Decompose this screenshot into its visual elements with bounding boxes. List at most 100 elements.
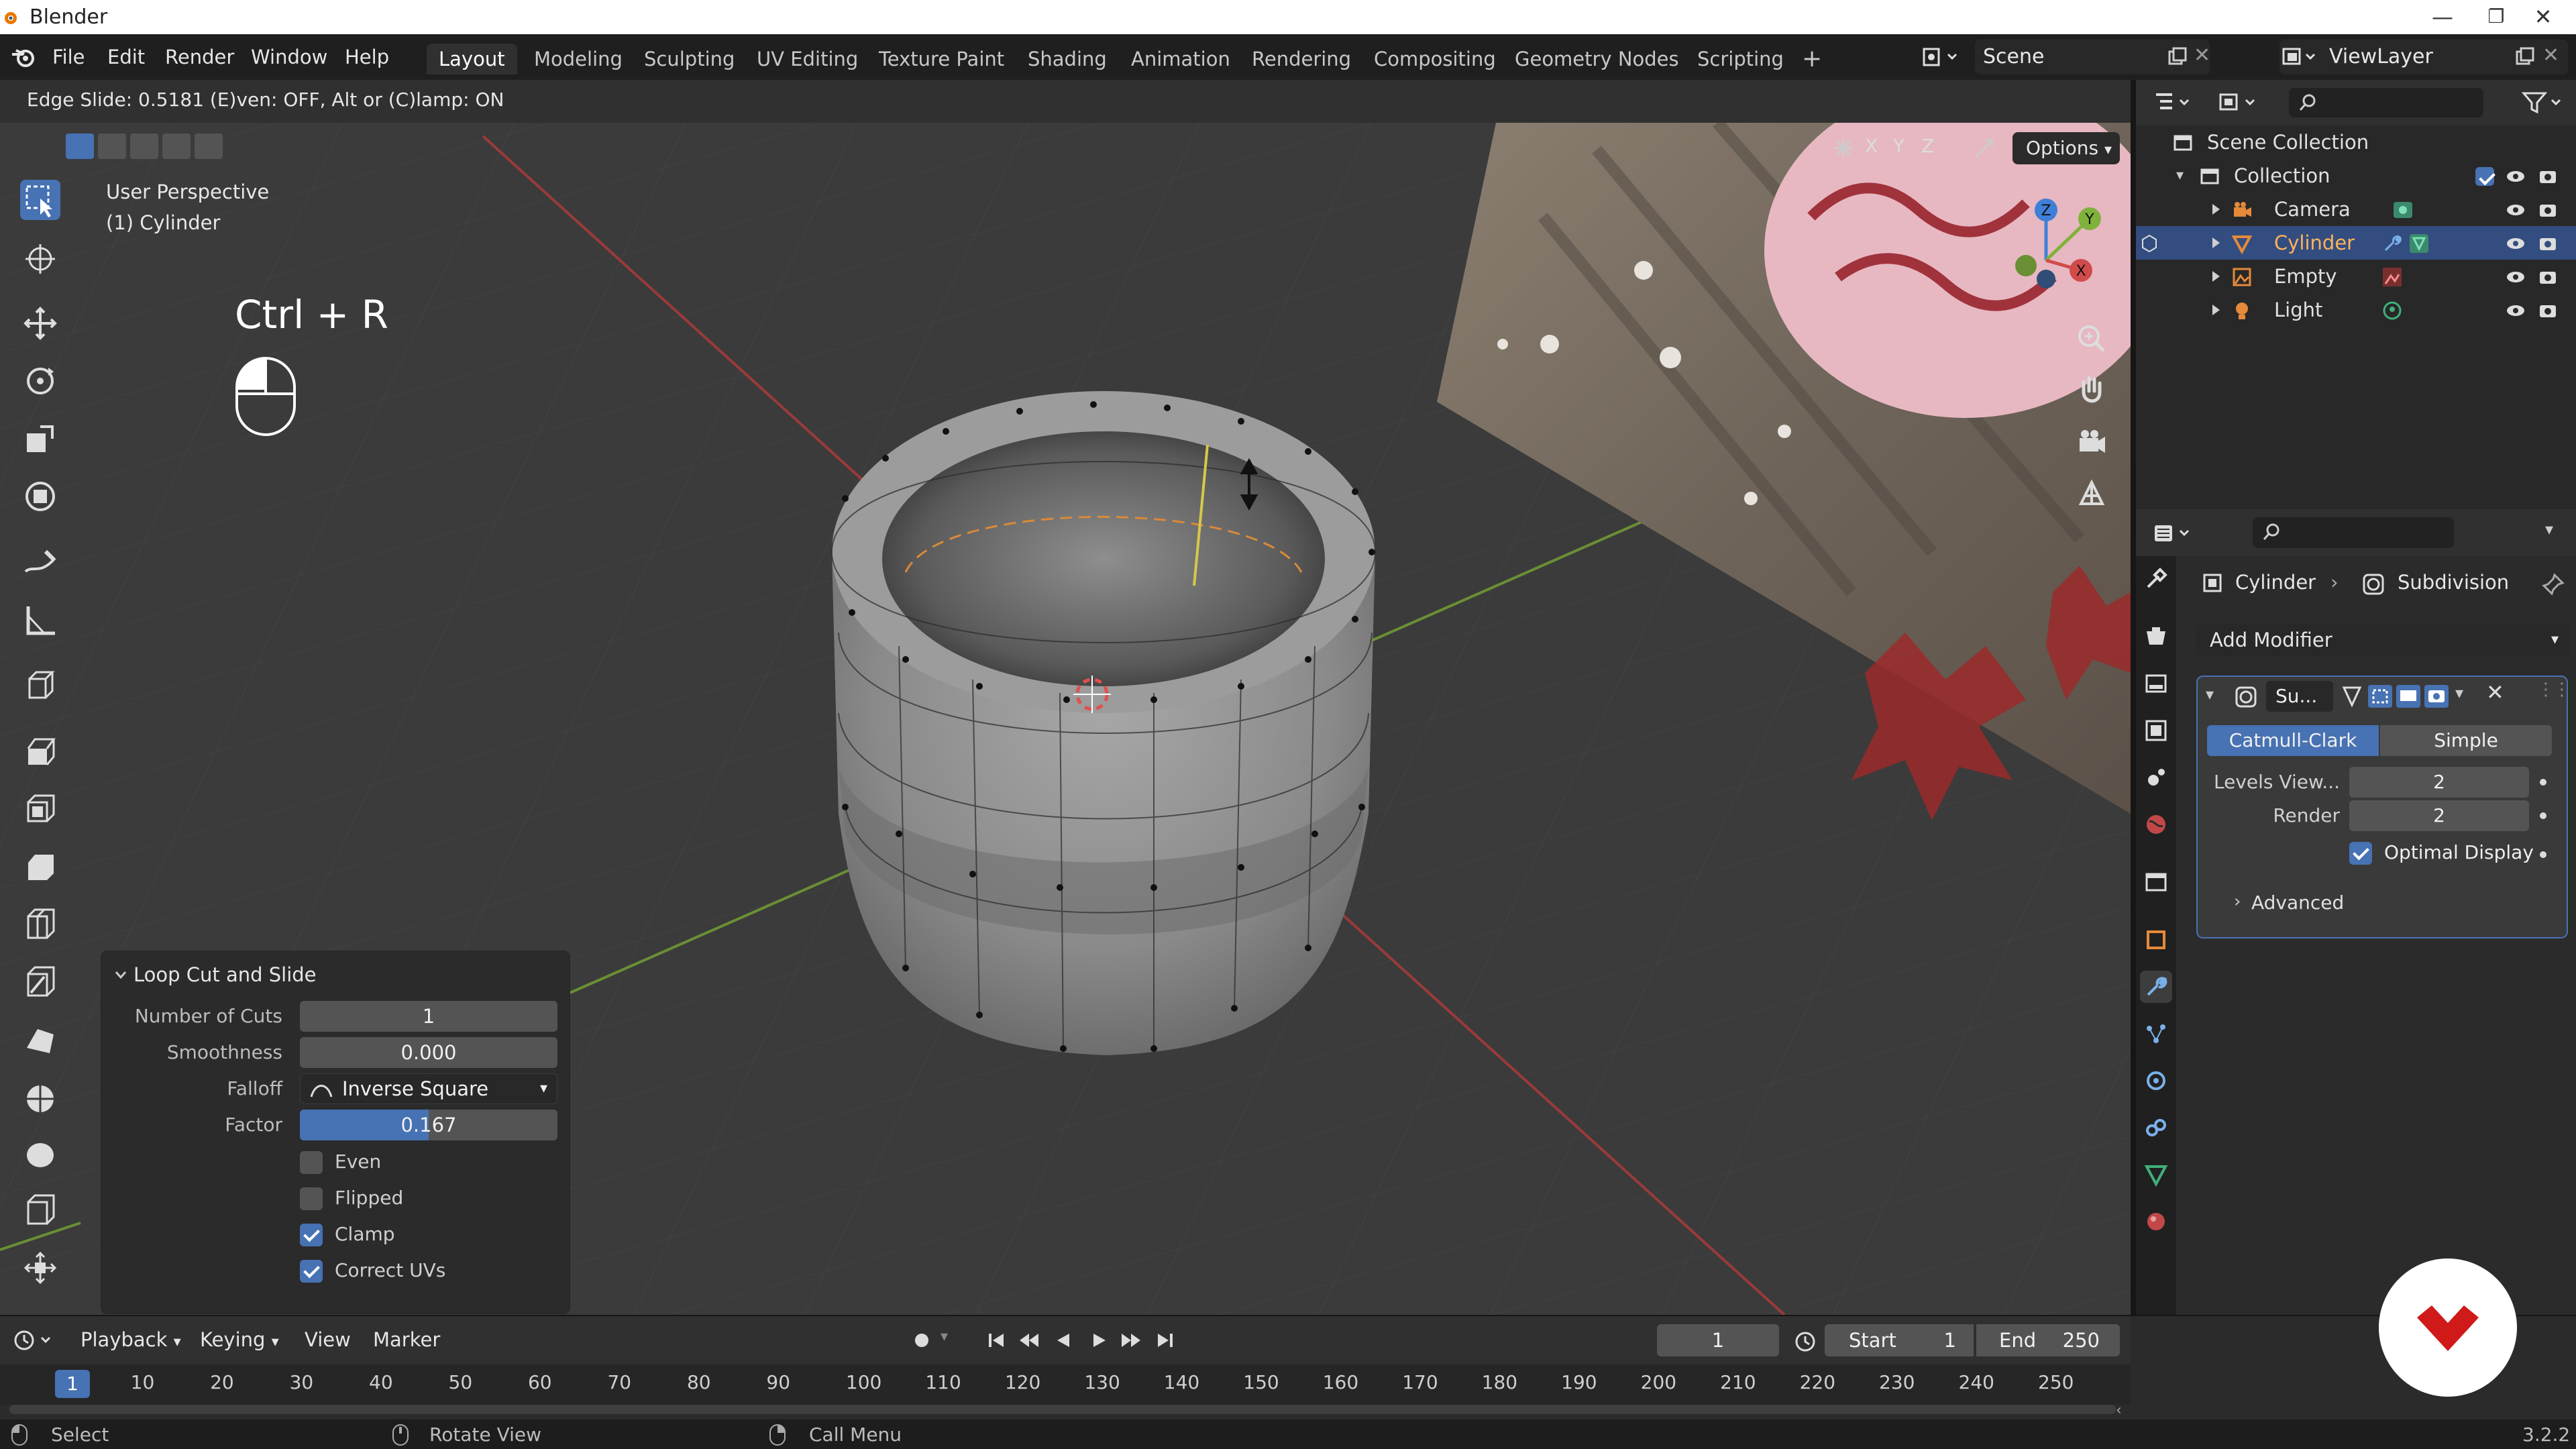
- keyframe-dot-icon[interactable]: [2540, 779, 2546, 786]
- tab-modeling[interactable]: Modeling: [522, 44, 635, 74]
- mirror-x-button[interactable]: X: [1865, 135, 1878, 157]
- material-tab-icon[interactable]: [2140, 1205, 2172, 1238]
- correct-uvs-checkbox[interactable]: Correct UVs: [300, 1257, 445, 1284]
- transform-tool[interactable]: [20, 476, 60, 517]
- menu-edit[interactable]: Edit: [107, 44, 145, 70]
- menu-render[interactable]: Render: [165, 44, 234, 70]
- chevron-down-icon[interactable]: ▾: [2545, 520, 2553, 539]
- close-icon[interactable]: ✕: [2542, 44, 2559, 67]
- add-workspace-button[interactable]: +: [1790, 44, 1834, 74]
- render-camera-icon[interactable]: [2538, 167, 2557, 186]
- bevel-tool[interactable]: [20, 847, 60, 887]
- visibility-eye-icon[interactable]: [2506, 201, 2525, 219]
- render-toggle-icon[interactable]: [2423, 684, 2450, 709]
- factor-slider[interactable]: 0.167: [300, 1110, 557, 1140]
- mirror-icon[interactable]: [1831, 136, 1856, 160]
- select-intersect-mode[interactable]: [195, 133, 223, 159]
- modifier-tab-icon[interactable]: [2140, 971, 2172, 1003]
- filter-icon[interactable]: [2521, 89, 2565, 116]
- current-frame-field[interactable]: 1: [1657, 1324, 1779, 1356]
- add-modifier-dropdown[interactable]: Add Modifier ▾: [2196, 623, 2569, 657]
- tab-texture-paint[interactable]: Texture Paint: [867, 44, 1016, 74]
- render-camera-icon[interactable]: [2538, 234, 2557, 253]
- tool-tab-icon[interactable]: [2140, 563, 2172, 595]
- jump-start-icon[interactable]: [985, 1328, 1009, 1352]
- view-menu[interactable]: View: [305, 1328, 351, 1351]
- tab-compositing[interactable]: Compositing: [1362, 44, 1508, 74]
- select-box-mode[interactable]: [66, 133, 94, 159]
- select-subtract-mode[interactable]: [130, 133, 158, 159]
- start-frame-field[interactable]: Start 1: [1825, 1324, 1974, 1356]
- number-of-cuts-field[interactable]: 1: [300, 1001, 557, 1032]
- chevron-down-icon[interactable]: ▾: [2206, 685, 2214, 704]
- close-icon[interactable]: ✕: [2194, 44, 2210, 67]
- end-frame-field[interactable]: End 250: [1976, 1324, 2120, 1356]
- catmull-clark-button[interactable]: Catmull-Clark: [2207, 725, 2379, 756]
- viewport-display-toggle-icon[interactable]: [2395, 684, 2422, 709]
- edge-slide-tool[interactable]: [20, 1190, 60, 1230]
- chevron-down-icon[interactable]: ▾: [941, 1328, 948, 1345]
- mirror-y-button[interactable]: Y: [1893, 135, 1904, 157]
- constraints-tab-icon[interactable]: [2140, 1112, 2172, 1144]
- ortho-grid-icon[interactable]: [2070, 473, 2113, 516]
- preview-range-icon[interactable]: [1792, 1328, 1818, 1354]
- tab-layout[interactable]: Layout: [427, 44, 517, 74]
- levels-viewport-field[interactable]: 2: [2349, 767, 2529, 798]
- poly-build-tool[interactable]: [20, 1021, 60, 1061]
- even-checkbox[interactable]: Even: [300, 1148, 381, 1175]
- cylinder-mesh[interactable]: [831, 391, 1377, 1055]
- outliner-scene-collection[interactable]: Scene Collection: [2136, 125, 2576, 159]
- outliner-item-camera[interactable]: Camera: [2136, 193, 2576, 226]
- editor-type-icon[interactable]: [2153, 91, 2194, 115]
- measure-tool[interactable]: [20, 600, 60, 640]
- loop-cut-tool[interactable]: [20, 904, 60, 945]
- keyframe-dot-icon[interactable]: [2540, 851, 2546, 858]
- render-tab-icon[interactable]: [2140, 621, 2172, 653]
- smoothness-field[interactable]: 0.000: [300, 1037, 557, 1068]
- playhead-frame-indicator[interactable]: 1: [55, 1370, 90, 1398]
- image-data-icon[interactable]: [2381, 266, 2403, 288]
- visibility-eye-icon[interactable]: [2506, 167, 2525, 186]
- duplicate-icon[interactable]: [2167, 46, 2188, 68]
- duplicate-icon[interactable]: [2514, 46, 2536, 68]
- knife-tool[interactable]: [20, 962, 60, 1002]
- tab-rendering[interactable]: Rendering: [1240, 44, 1363, 74]
- outliner-item-light[interactable]: Light: [2136, 293, 2576, 327]
- light-data-icon[interactable]: [2381, 300, 2403, 321]
- exclude-checkbox[interactable]: [2475, 167, 2494, 186]
- cage-toggle-icon[interactable]: [2367, 684, 2394, 709]
- edit-mode-toggle-icon[interactable]: [2340, 684, 2364, 709]
- visibility-eye-icon[interactable]: [2506, 268, 2525, 286]
- scene-selector[interactable]: Scene ✕: [1923, 40, 2210, 74]
- select-invert-mode[interactable]: [162, 133, 191, 159]
- navigation-gizmo[interactable]: Z Y X: [1979, 193, 2113, 294]
- playback-menu[interactable]: Playback ▾: [80, 1328, 181, 1351]
- collection-tab-icon[interactable]: [2140, 866, 2172, 898]
- keying-menu[interactable]: Keying ▾: [200, 1328, 279, 1351]
- record-icon[interactable]: [910, 1328, 934, 1352]
- optimal-display-checkbox[interactable]: Optimal Display: [2349, 839, 2534, 866]
- world-tab-icon[interactable]: [2140, 808, 2172, 841]
- jump-keyframe-forward-icon[interactable]: [1119, 1328, 1143, 1352]
- select-box-tool[interactable]: [20, 180, 60, 220]
- 3d-viewport[interactable]: User Perspective (1) Cylinder Ctrl + R X…: [0, 123, 2131, 1315]
- outliner-item-cylinder[interactable]: Cylinder: [2136, 226, 2576, 260]
- physics-tab-icon[interactable]: [2140, 1065, 2172, 1097]
- render-camera-icon[interactable]: [2538, 268, 2557, 286]
- transform-pivot-icon[interactable]: [1972, 136, 1996, 160]
- scroll-arrow-icon[interactable]: ‹: [2116, 1402, 2122, 1419]
- render-camera-icon[interactable]: [2538, 201, 2557, 219]
- inset-faces-tool[interactable]: [20, 789, 60, 829]
- chevron-down-icon[interactable]: ▾: [2455, 684, 2463, 702]
- particles-tab-icon[interactable]: [2140, 1018, 2172, 1050]
- scene-tab-icon[interactable]: [2140, 761, 2172, 794]
- outliner-item-empty[interactable]: Empty: [2136, 260, 2576, 293]
- play-icon[interactable]: [1087, 1328, 1111, 1352]
- rotate-tool[interactable]: [20, 361, 60, 401]
- wrench-icon[interactable]: [2381, 233, 2403, 254]
- mesh-data-icon[interactable]: [2408, 233, 2430, 254]
- scale-tool[interactable]: [20, 419, 60, 459]
- outliner-collection[interactable]: ▾ Collection: [2136, 159, 2576, 193]
- drag-handle-icon[interactable]: ⋮⋮: [2537, 680, 2571, 700]
- advanced-section-label[interactable]: Advanced: [2251, 892, 2344, 914]
